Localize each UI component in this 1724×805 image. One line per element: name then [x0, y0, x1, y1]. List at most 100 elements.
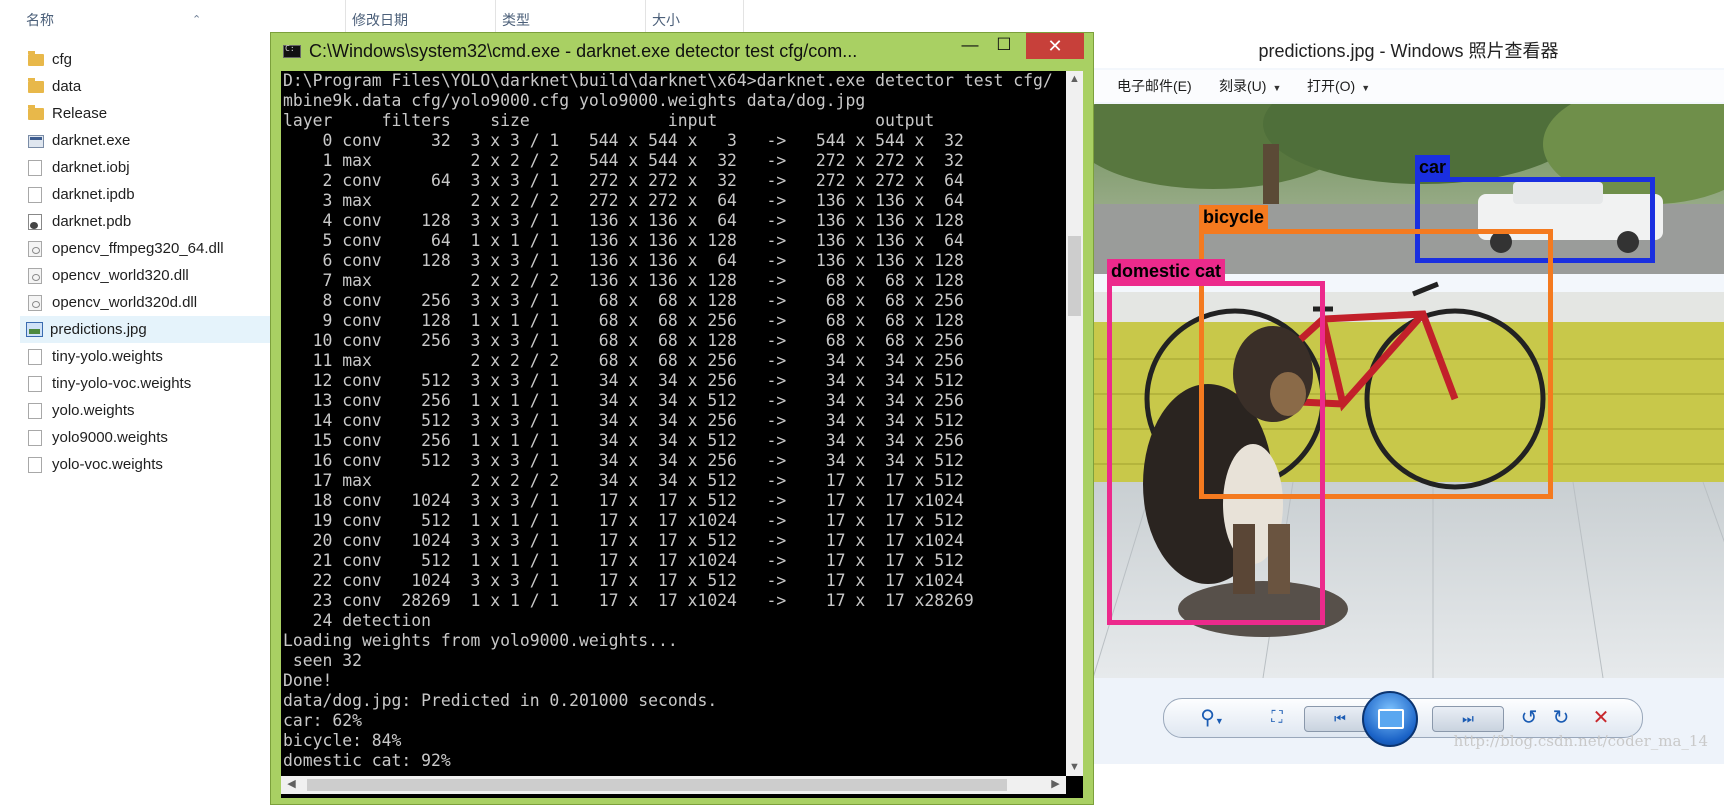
delete-icon[interactable]: ✕ [1588, 705, 1614, 731]
file-name: cfg [52, 51, 73, 68]
file-row[interactable]: tiny-yolo-voc.weights [22, 370, 272, 397]
file-name: darknet.pdb [52, 213, 132, 230]
menu-burn[interactable]: 刻录(U) ▼ [1219, 70, 1281, 104]
console-line: layer filters size input output [283, 111, 935, 130]
console-line: 12 conv 512 3 x 3 / 1 34 x 34 x 256 -> 3… [283, 371, 964, 390]
file-name: yolo9000.weights [52, 429, 168, 446]
next-button[interactable]: ⏭ [1432, 706, 1504, 732]
file-icon [28, 187, 42, 203]
file-row[interactable]: Release [22, 100, 272, 127]
column-header-name-label: 名称 [26, 12, 54, 28]
scroll-up-icon[interactable]: ▲ [1066, 71, 1083, 88]
photo-display: car bicycle domestic cat [1093, 104, 1724, 678]
cmd-titlebar[interactable]: C:\Windows\system32\cmd.exe - darknet.ex… [271, 33, 1093, 69]
menu-open-label: 打开(O) [1307, 78, 1356, 94]
exe-icon [28, 135, 44, 148]
dropdown-arrow-icon: ▼ [1272, 83, 1282, 93]
file-row[interactable]: data [22, 73, 272, 100]
console-line: domestic cat: 92% [283, 751, 451, 770]
file-row[interactable]: cfg [22, 46, 272, 73]
console-output: D:\Program Files\YOLO\darknet\build\dark… [283, 71, 1063, 798]
console-line: Done! [283, 671, 333, 690]
console-line: seen 32 [283, 651, 362, 670]
file-name: darknet.ipdb [52, 186, 135, 203]
detection-label-bicycle: bicycle [1199, 205, 1269, 229]
watermark: http://blog.csdn.net/coder_ma_14 [1453, 732, 1708, 750]
menu-open[interactable]: 打开(O) ▼ [1307, 70, 1370, 104]
maximize-button[interactable]: ☐ [989, 33, 1019, 59]
console-line: 0 conv 32 3 x 3 / 1 544 x 544 x 3 -> 544… [283, 131, 964, 150]
cmd-window-title: C:\Windows\system32\cmd.exe - darknet.ex… [309, 41, 858, 61]
file-row[interactable]: predictions.jpg [20, 316, 272, 343]
zoom-icon[interactable]: ⚲▼ [1192, 705, 1232, 731]
file-row[interactable]: darknet.pdb [22, 208, 272, 235]
horizontal-scroll-thumb[interactable] [307, 779, 1007, 791]
menu-email-label: 电子邮件(E) [1117, 78, 1192, 94]
folder-icon [28, 78, 44, 93]
file-name: yolo.weights [52, 402, 135, 419]
file-icon [28, 457, 42, 473]
file-name: opencv_world320.dll [52, 267, 189, 284]
console-line: 22 conv 1024 3 x 3 / 1 17 x 17 x 512 -> … [283, 571, 964, 590]
column-header-size-label: 大小 [652, 12, 680, 28]
file-list: cfg data Release darknet.exe darknet.iobj dar… [20, 46, 272, 478]
close-button[interactable]: ✕ [1026, 33, 1084, 59]
dll-icon [28, 241, 42, 257]
file-icon [28, 349, 42, 365]
file-name: tiny-yolo-voc.weights [52, 375, 192, 392]
detection-box-domestic-cat [1107, 281, 1325, 625]
console-line: 5 conv 64 1 x 1 / 1 136 x 136 x 128 -> 1… [283, 231, 964, 250]
slideshow-button[interactable] [1362, 691, 1418, 747]
file-name: darknet.exe [52, 132, 131, 149]
file-row[interactable]: opencv_world320.dll [22, 262, 272, 289]
console-line: 20 conv 1024 3 x 3 / 1 17 x 17 x 512 -> … [283, 531, 964, 550]
file-row[interactable]: opencv_world320d.dll [22, 289, 272, 316]
console-line: 8 conv 256 3 x 3 / 1 68 x 68 x 128 -> 68… [283, 291, 964, 310]
console-area[interactable]: D:\Program Files\YOLO\darknet\build\dark… [281, 71, 1083, 798]
vertical-scroll-thumb[interactable] [1068, 236, 1081, 316]
console-line: 10 conv 256 3 x 3 / 1 68 x 68 x 128 -> 6… [283, 331, 964, 350]
image-file-icon [26, 322, 43, 337]
file-name: opencv_ffmpeg320_64.dll [52, 240, 224, 257]
file-row[interactable]: tiny-yolo.weights [22, 343, 272, 370]
rotate-right-icon[interactable]: ↻ [1548, 705, 1574, 731]
horizontal-scrollbar[interactable]: ◀ ▶ [281, 776, 1066, 794]
file-name: darknet.iobj [52, 159, 130, 176]
console-line: 15 conv 256 1 x 1 / 1 34 x 34 x 512 -> 3… [283, 431, 964, 450]
scroll-left-icon[interactable]: ◀ [283, 776, 300, 793]
minimize-button[interactable]: — [955, 33, 985, 59]
viewer-controls: ⚲▼ ⛶ ⏮ ⏭ ↺ ↻ ✕ http://blog.csdn.net/code… [1093, 678, 1724, 764]
console-line: Loading weights from yolo9000.weights... [283, 631, 678, 650]
menu-email[interactable]: 电子邮件(E) [1117, 70, 1192, 102]
column-header-type-label: 类型 [502, 12, 530, 28]
file-row[interactable]: yolo-voc.weights [22, 451, 272, 478]
actual-size-icon[interactable]: ⛶ [1264, 705, 1290, 731]
file-row[interactable]: darknet.exe [22, 127, 272, 154]
vertical-scrollbar[interactable]: ▲ ▼ [1066, 71, 1083, 776]
file-row[interactable]: yolo9000.weights [22, 424, 272, 451]
console-line: 24 detection [283, 611, 432, 630]
file-row[interactable]: darknet.iobj [22, 154, 272, 181]
console-line: bicycle: 84% [283, 731, 402, 750]
file-name: Release [52, 105, 108, 122]
console-line: 16 conv 512 3 x 3 / 1 34 x 34 x 256 -> 3… [283, 451, 964, 470]
file-row[interactable]: opencv_ffmpeg320_64.dll [22, 235, 272, 262]
detection-label-domestic-cat: domestic cat [1107, 259, 1226, 283]
console-line: 14 conv 512 3 x 3 / 1 34 x 34 x 256 -> 3… [283, 411, 964, 430]
console-line: 7 max 2 x 2 / 2 136 x 136 x 128 -> 68 x … [283, 271, 964, 290]
console-line: 23 conv 28269 1 x 1 / 1 17 x 17 x1024 ->… [283, 591, 974, 610]
column-header-modified-label: 修改日期 [352, 12, 408, 28]
file-icon [28, 403, 42, 419]
scroll-down-icon[interactable]: ▼ [1066, 759, 1083, 776]
scroll-right-icon[interactable]: ▶ [1047, 776, 1064, 793]
rotate-left-icon[interactable]: ↺ [1516, 705, 1542, 731]
console-line: 18 conv 1024 3 x 3 / 1 17 x 17 x 512 -> … [283, 491, 964, 510]
cmd-window: C:\Windows\system32\cmd.exe - darknet.ex… [270, 32, 1094, 805]
menu-burn-label: 刻录(U) [1219, 78, 1267, 94]
file-icon [28, 160, 42, 176]
console-line: 17 max 2 x 2 / 2 34 x 34 x 512 -> 17 x 1… [283, 471, 964, 490]
file-row[interactable]: yolo.weights [22, 397, 272, 424]
file-name: opencv_world320d.dll [52, 294, 198, 311]
file-row[interactable]: darknet.ipdb [22, 181, 272, 208]
file-name: predictions.jpg [50, 321, 147, 338]
